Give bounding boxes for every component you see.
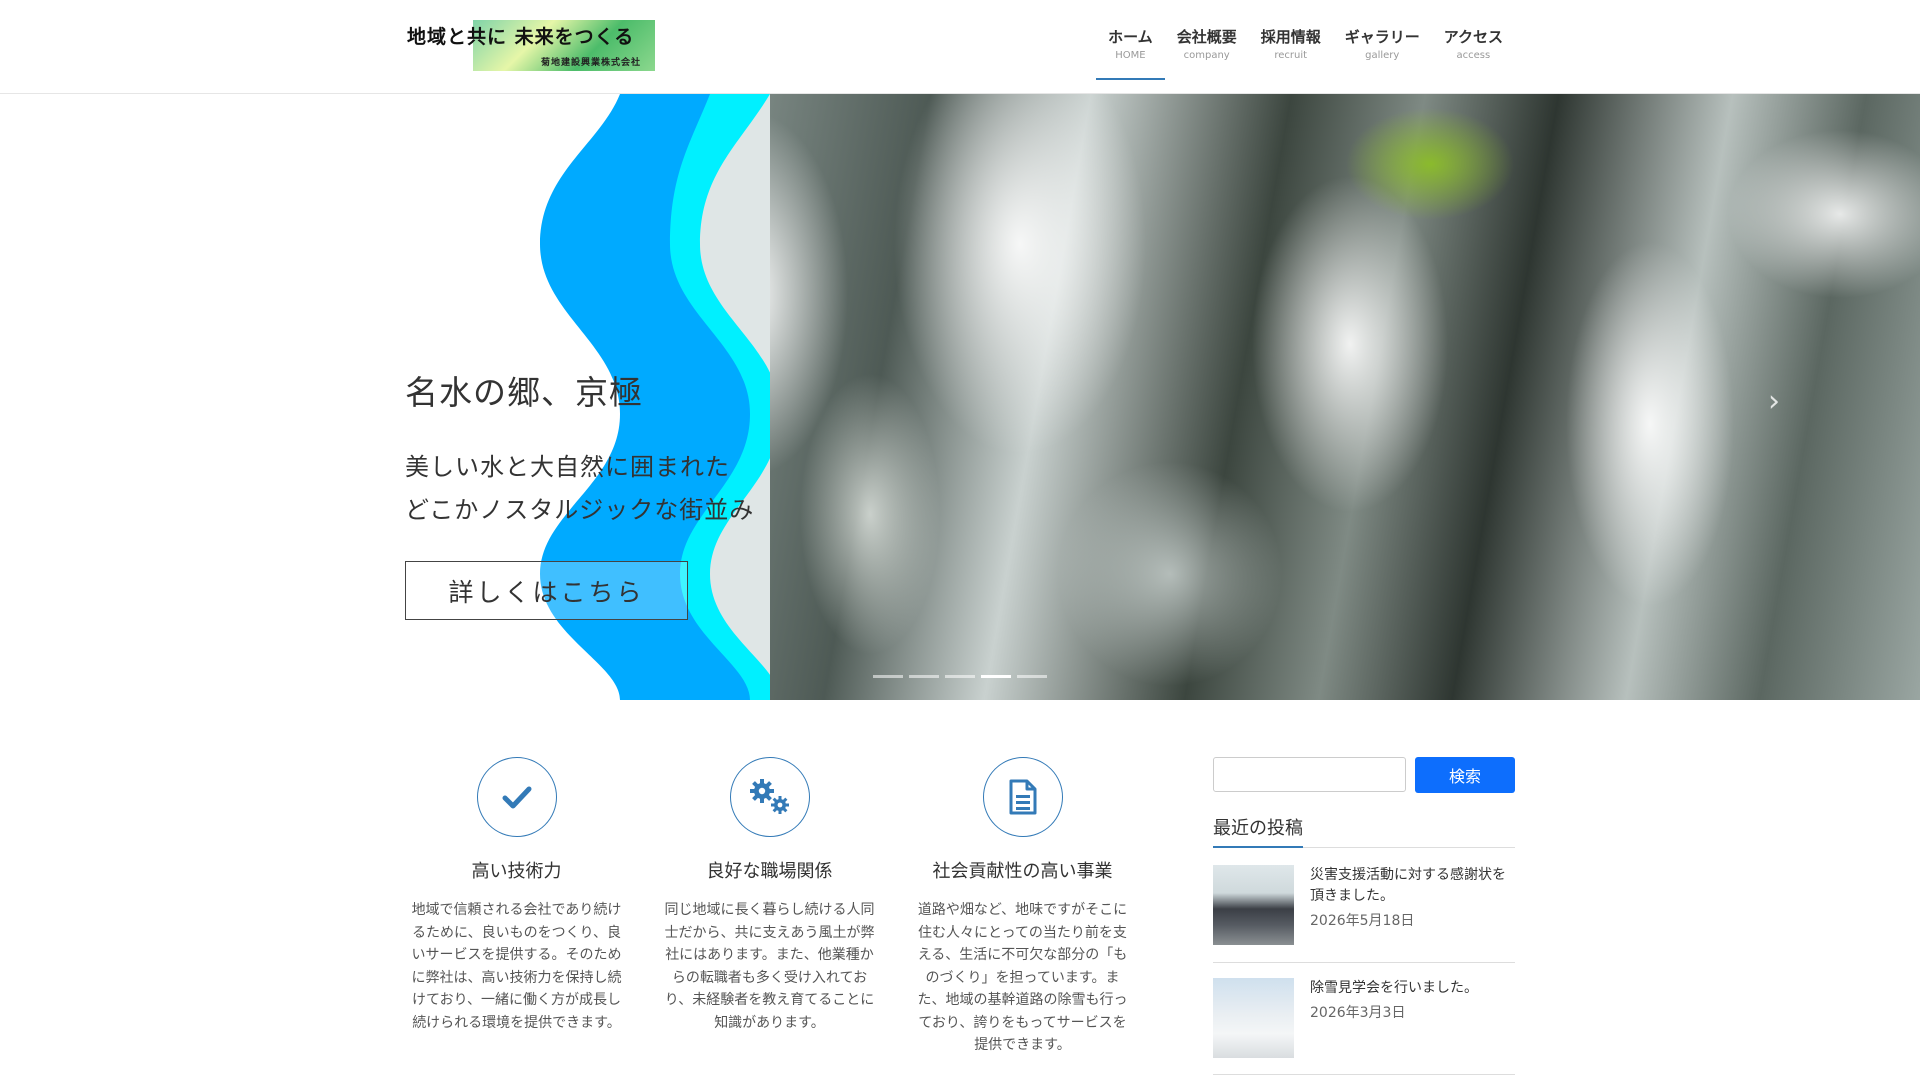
feature-workplace: 良好な職場関係 同じ地域に長く暮らし続ける人同士だから、共に支えあう風土が弊社に… — [662, 757, 877, 1034]
nav-item-recruit[interactable]: 採用情報 recruit — [1249, 26, 1333, 80]
carousel-indicator[interactable] — [909, 675, 939, 678]
nav-label: 採用情報 — [1260, 28, 1321, 46]
nav-item-access[interactable]: アクセス access — [1432, 26, 1515, 80]
nav-sublabel: gallery — [1365, 50, 1400, 61]
search-input[interactable] — [1213, 757, 1406, 792]
carousel-indicators — [873, 675, 1047, 678]
post-item[interactable]: 災害支援活動に対する感謝状を頂きました。 2026年5月18日 — [1213, 865, 1515, 963]
feature-technology: 高い技術力 地域で信頼される会社であり続けるために、良いものをつくり、良いサービ… — [409, 757, 624, 1034]
nav-item-company[interactable]: 会社概要 company — [1165, 26, 1249, 80]
carousel-indicator[interactable] — [873, 675, 903, 678]
feature-title: 高い技術力 — [471, 861, 562, 882]
post-item[interactable]: 除雪見学会を行いました。 2026年3月3日 — [1213, 978, 1515, 1075]
nav-item-home[interactable]: ホーム HOME — [1096, 26, 1165, 80]
logo-company: 菊地建設興業株式会社 — [540, 58, 641, 68]
nav-label: ホーム — [1108, 28, 1153, 46]
feature-title: 社会貢献性の高い事業 — [932, 861, 1113, 882]
post-date: 2026年5月18日 — [1310, 913, 1415, 929]
feature-text: 地域で信頼される会社であり続けるために、良いものをつくり、良いサービスを提供する… — [411, 902, 622, 1031]
details-button[interactable]: 詳しくはこちら — [405, 561, 688, 620]
nav-sublabel: recruit — [1274, 50, 1308, 61]
feature-title: 良好な職場関係 — [706, 861, 833, 882]
hero-subtitle-line1: 美しい水と大自然に囲まれた — [405, 453, 730, 481]
nav-label: ギャラリー — [1344, 28, 1420, 46]
search-button[interactable]: 検索 — [1415, 757, 1515, 793]
hero-subtitle-line2: どこかノスタルジックな街並み — [405, 496, 755, 524]
hero-subtitle: 美しい水と大自然に囲まれた どこかノスタルジックな街並み — [405, 446, 754, 532]
recent-posts-title: 最近の投稿 — [1213, 814, 1303, 848]
nav-sublabel: access — [1456, 50, 1491, 61]
nav-label: 会社概要 — [1176, 28, 1237, 46]
nav-sublabel: company — [1183, 50, 1230, 61]
nav-sublabel: HOME — [1115, 50, 1146, 61]
post-title[interactable]: 災害支援活動に対する感謝状を頂きました。 — [1310, 865, 1515, 907]
post-thumbnail[interactable] — [1213, 978, 1294, 1058]
carousel-indicator[interactable] — [981, 675, 1011, 678]
post-date: 2026年3月3日 — [1310, 1005, 1406, 1021]
site-header: 地域と共に 未来をつくる 菊地建設興業株式会社 ホーム HOME 会社概要 co… — [0, 0, 1920, 94]
waterfall-image — [690, 94, 1920, 700]
logo-text: 地域と共に 未来をつくる — [407, 26, 635, 48]
feature-text: 同じ地域に長く暮らし続ける人同士だから、共に支えあう風土が弊社にはあります。また… — [664, 902, 875, 1031]
main-nav: ホーム HOME 会社概要 company 採用情報 recruit ギャラリー… — [1096, 26, 1515, 80]
hero-slider[interactable]: 名水の郷、京極 美しい水と大自然に囲まれた どこかノスタルジックな街並み 詳しく… — [0, 94, 1920, 700]
gears-icon — [729, 757, 810, 837]
carousel-indicator[interactable] — [1017, 675, 1047, 678]
hero-title: 名水の郷、京極 — [405, 373, 643, 412]
post-title[interactable]: 除雪見学会を行いました。 — [1310, 978, 1515, 999]
chevron-right-icon[interactable]: › — [1768, 384, 1780, 419]
site-logo[interactable]: 地域と共に 未来をつくる 菊地建設興業株式会社 — [405, 20, 655, 71]
check-icon — [476, 757, 557, 837]
recent-posts-header: 最近の投稿 — [1213, 814, 1515, 848]
nav-label: アクセス — [1443, 28, 1503, 46]
feature-social-contribution: 社会貢献性の高い事業 道路や畑など、地味ですがそこに住む人々にとっての当たり前を… — [915, 757, 1130, 1057]
document-icon — [982, 757, 1063, 837]
carousel-indicator[interactable] — [945, 675, 975, 678]
post-thumbnail[interactable] — [1213, 865, 1294, 945]
feature-text: 道路や畑など、地味ですがそこに住む人々にとっての当たり前を支える、生活に不可欠な… — [917, 902, 1128, 1053]
nav-item-gallery[interactable]: ギャラリー gallery — [1333, 26, 1432, 80]
